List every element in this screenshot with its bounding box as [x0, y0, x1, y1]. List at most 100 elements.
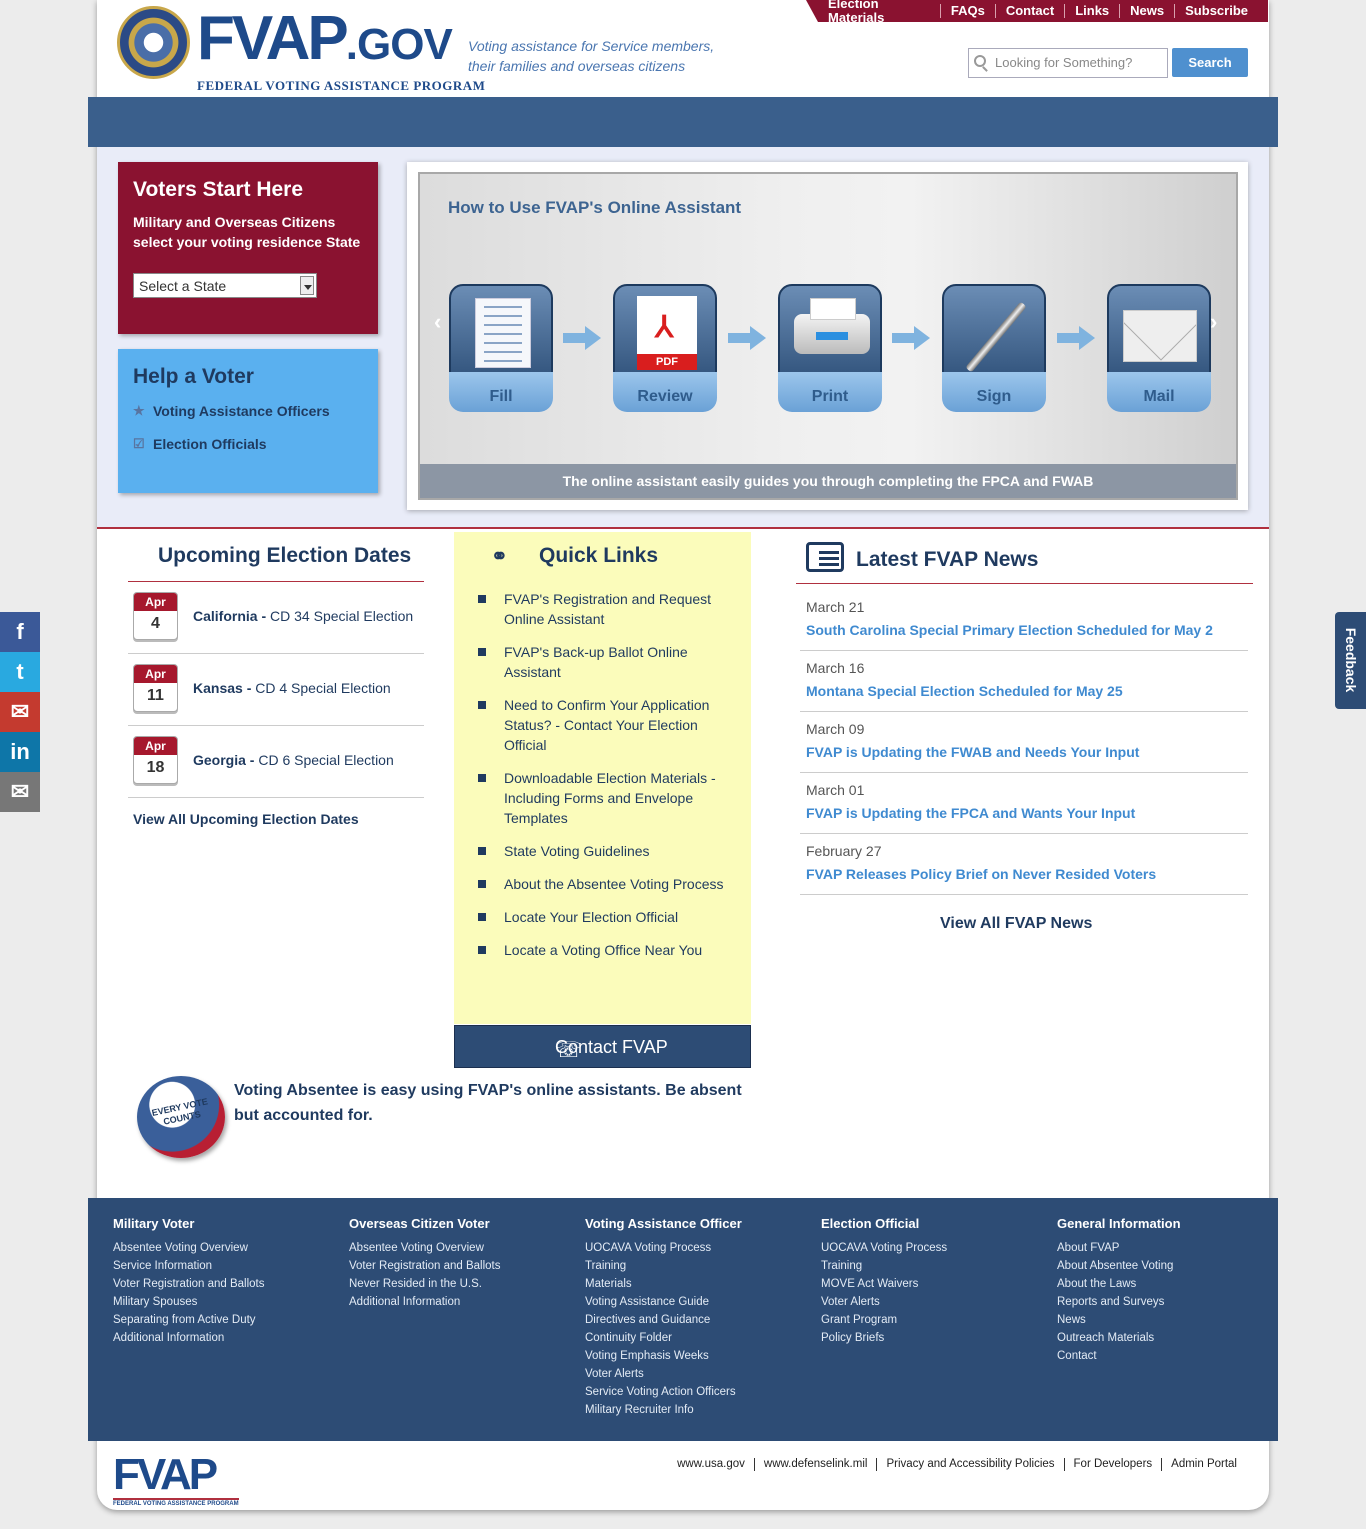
footer-link[interactable]: Voter Registration and Ballots — [349, 1257, 579, 1275]
footer-link[interactable]: Service Information — [113, 1257, 343, 1275]
chevron-down-icon — [300, 276, 314, 295]
footer-link[interactable]: About the Laws — [1057, 1275, 1287, 1293]
pdf-label: PDF — [637, 354, 697, 370]
footer-link[interactable]: Reports and Surveys — [1057, 1293, 1287, 1311]
quick-link[interactable]: FVAP's Back-up Ballot Online Assistant — [478, 642, 734, 682]
linkedin-icon[interactable]: in — [0, 732, 40, 772]
footer-link[interactable]: Voter Registration and Ballots — [113, 1275, 343, 1293]
footer-link[interactable]: Voting Emphasis Weeks — [585, 1347, 815, 1365]
footer-link[interactable]: Separating from Active Duty — [113, 1311, 343, 1329]
topnav-contact[interactable]: Contact — [994, 4, 1064, 18]
footer-column-title: Overseas Citizen Voter — [349, 1216, 490, 1231]
footer-link[interactable]: Continuity Folder — [585, 1329, 815, 1347]
chevron-left-icon[interactable]: ‹ — [434, 309, 441, 335]
voters-text: Military and Overseas Citizens select yo… — [133, 214, 361, 250]
search-icon — [974, 55, 986, 67]
divider — [796, 583, 1253, 584]
topnav-links[interactable]: Links — [1064, 4, 1119, 18]
news-item: March 21 South Carolina Special Primary … — [800, 590, 1248, 651]
footer-link[interactable]: Policy Briefs — [821, 1329, 1051, 1347]
footer-link[interactable]: Voting Assistance Guide — [585, 1293, 815, 1311]
footer-link[interactable]: About FVAP — [1057, 1239, 1287, 1257]
footer-link[interactable]: Directives and Guidance — [585, 1311, 815, 1329]
election-race: CD 4 Special Election — [255, 680, 391, 696]
footer-link[interactable]: Military Recruiter Info — [585, 1401, 815, 1419]
footer-link[interactable]: Materials — [585, 1275, 815, 1293]
quick-link[interactable]: Locate Your Election Official — [478, 907, 734, 927]
quick-link[interactable]: FVAP's Registration and Request Online A… — [478, 589, 734, 629]
news-headline-link[interactable]: South Carolina Special Primary Election … — [806, 622, 1213, 638]
view-all-news-link[interactable]: View All FVAP News — [940, 915, 1092, 933]
footer-link[interactable]: News — [1057, 1311, 1287, 1329]
election-item[interactable]: Apr 18 Georgia - CD 6 Special Election — [128, 726, 424, 798]
quick-link[interactable]: About the Absentee Voting Process — [478, 874, 734, 894]
footer-logo[interactable]: FVAP FEDERAL VOTING ASSISTANCE PROGRAM — [113, 1452, 239, 1507]
search-button[interactable]: Search — [1172, 48, 1248, 77]
help-item-election-officials[interactable]: ☑ Election Officials — [133, 436, 363, 452]
search-input[interactable]: Looking for Something? — [968, 48, 1168, 78]
footer-link[interactable]: UOCAVA Voting Process — [821, 1239, 1051, 1257]
footer-link[interactable]: Contact — [1057, 1347, 1287, 1365]
newspaper-icon — [806, 542, 844, 572]
dod-seal-logo[interactable] — [117, 6, 190, 79]
footer-bottom-link[interactable]: Admin Portal — [1161, 1458, 1246, 1471]
mail-icon[interactable]: ✉ — [0, 772, 40, 812]
election-item[interactable]: Apr 4 California - CD 34 Special Election — [128, 582, 424, 654]
contact-fvap-button[interactable]: ☏ Contact FVAP — [454, 1025, 751, 1068]
email-share-icon[interactable]: ✉ — [0, 692, 40, 732]
footer-link[interactable]: Service Voting Action Officers — [585, 1383, 815, 1401]
arrow-right-icon — [728, 326, 768, 350]
footer: Military Voter Absentee Voting Overview … — [88, 1198, 1278, 1441]
footer-bottom-link[interactable]: www.defenselink.mil — [753, 1458, 877, 1471]
topnav-subscribe[interactable]: Subscribe — [1174, 4, 1258, 18]
quick-link[interactable]: State Voting Guidelines — [478, 841, 734, 861]
news-headline-link[interactable]: FVAP is Updating the FWAB and Needs Your… — [806, 744, 1139, 760]
news-headline-link[interactable]: FVAP Releases Policy Brief on Never Resi… — [806, 866, 1156, 882]
help-item-vao[interactable]: ★ Voting Assistance Officers — [133, 403, 363, 419]
carousel-slide[interactable]: How to Use FVAP's Online Assistant ‹ › F… — [418, 172, 1238, 500]
view-all-elections-link[interactable]: View All Upcoming Election Dates — [133, 811, 359, 827]
facebook-icon[interactable]: f — [0, 612, 40, 652]
footer-link[interactable]: Voter Alerts — [821, 1293, 1051, 1311]
news-headline-link[interactable]: FVAP is Updating the FPCA and Wants Your… — [806, 805, 1135, 821]
footer-bottom-link[interactable]: www.usa.gov — [668, 1458, 754, 1471]
step-label: Review — [613, 372, 717, 412]
quick-link[interactable]: Need to Confirm Your Application Status?… — [478, 695, 734, 755]
quick-link[interactable]: Locate a Voting Office Near You — [478, 940, 734, 960]
footer-link[interactable]: Training — [821, 1257, 1051, 1275]
quick-link[interactable]: Downloadable Election Materials - Includ… — [478, 768, 734, 828]
step-label: Fill — [449, 372, 553, 412]
footer-link[interactable]: Additional Information — [113, 1329, 343, 1347]
calendar-month: Apr — [134, 665, 177, 683]
footer-bottom-link[interactable]: Privacy and Accessibility Policies — [876, 1458, 1063, 1471]
arrow-right-icon — [563, 326, 603, 350]
news-item: March 09 FVAP is Updating the FWAB and N… — [800, 712, 1248, 773]
news-date: March 21 — [806, 599, 865, 615]
news-headline-link[interactable]: Montana Special Election Scheduled for M… — [806, 683, 1123, 699]
badge-text: EVERY VOTE COUNTS — [150, 1096, 209, 1127]
footer-link[interactable]: Absentee Voting Overview — [113, 1239, 343, 1257]
fvap-logo[interactable]: FVAP.GOV FEDERAL VOTING ASSISTANCE PROGR… — [197, 8, 485, 94]
topnav-election-materials[interactable]: Election Materials — [818, 0, 940, 25]
footer-link[interactable]: Grant Program — [821, 1311, 1051, 1329]
footer-link[interactable]: Outreach Materials — [1057, 1329, 1287, 1347]
footer-link[interactable]: MOVE Act Waivers — [821, 1275, 1051, 1293]
footer-link[interactable]: Training — [585, 1257, 815, 1275]
twitter-icon[interactable]: t — [0, 652, 40, 692]
footer-link[interactable]: Voter Alerts — [585, 1365, 815, 1383]
state-select[interactable]: Select a State — [133, 273, 317, 298]
footer-bottom-link[interactable]: For Developers — [1063, 1458, 1162, 1471]
chevron-right-icon[interactable]: › — [1210, 309, 1217, 335]
footer-link[interactable]: Additional Information — [349, 1293, 579, 1311]
footer-link[interactable]: About Absentee Voting — [1057, 1257, 1287, 1275]
feedback-tab[interactable]: Feedback — [1335, 612, 1366, 709]
election-item[interactable]: Apr 11 Kansas - CD 4 Special Election — [128, 654, 424, 726]
checkbox-icon: ☑ — [133, 436, 145, 451]
footer-link[interactable]: Never Resided in the U.S. — [349, 1275, 579, 1293]
footer-column-overseas: Overseas Citizen Voter Absentee Voting O… — [349, 1216, 579, 1311]
topnav-faqs[interactable]: FAQs — [939, 4, 995, 18]
footer-link[interactable]: Military Spouses — [113, 1293, 343, 1311]
footer-link[interactable]: Absentee Voting Overview — [349, 1239, 579, 1257]
footer-link[interactable]: UOCAVA Voting Process — [585, 1239, 815, 1257]
topnav-news[interactable]: News — [1119, 4, 1174, 18]
